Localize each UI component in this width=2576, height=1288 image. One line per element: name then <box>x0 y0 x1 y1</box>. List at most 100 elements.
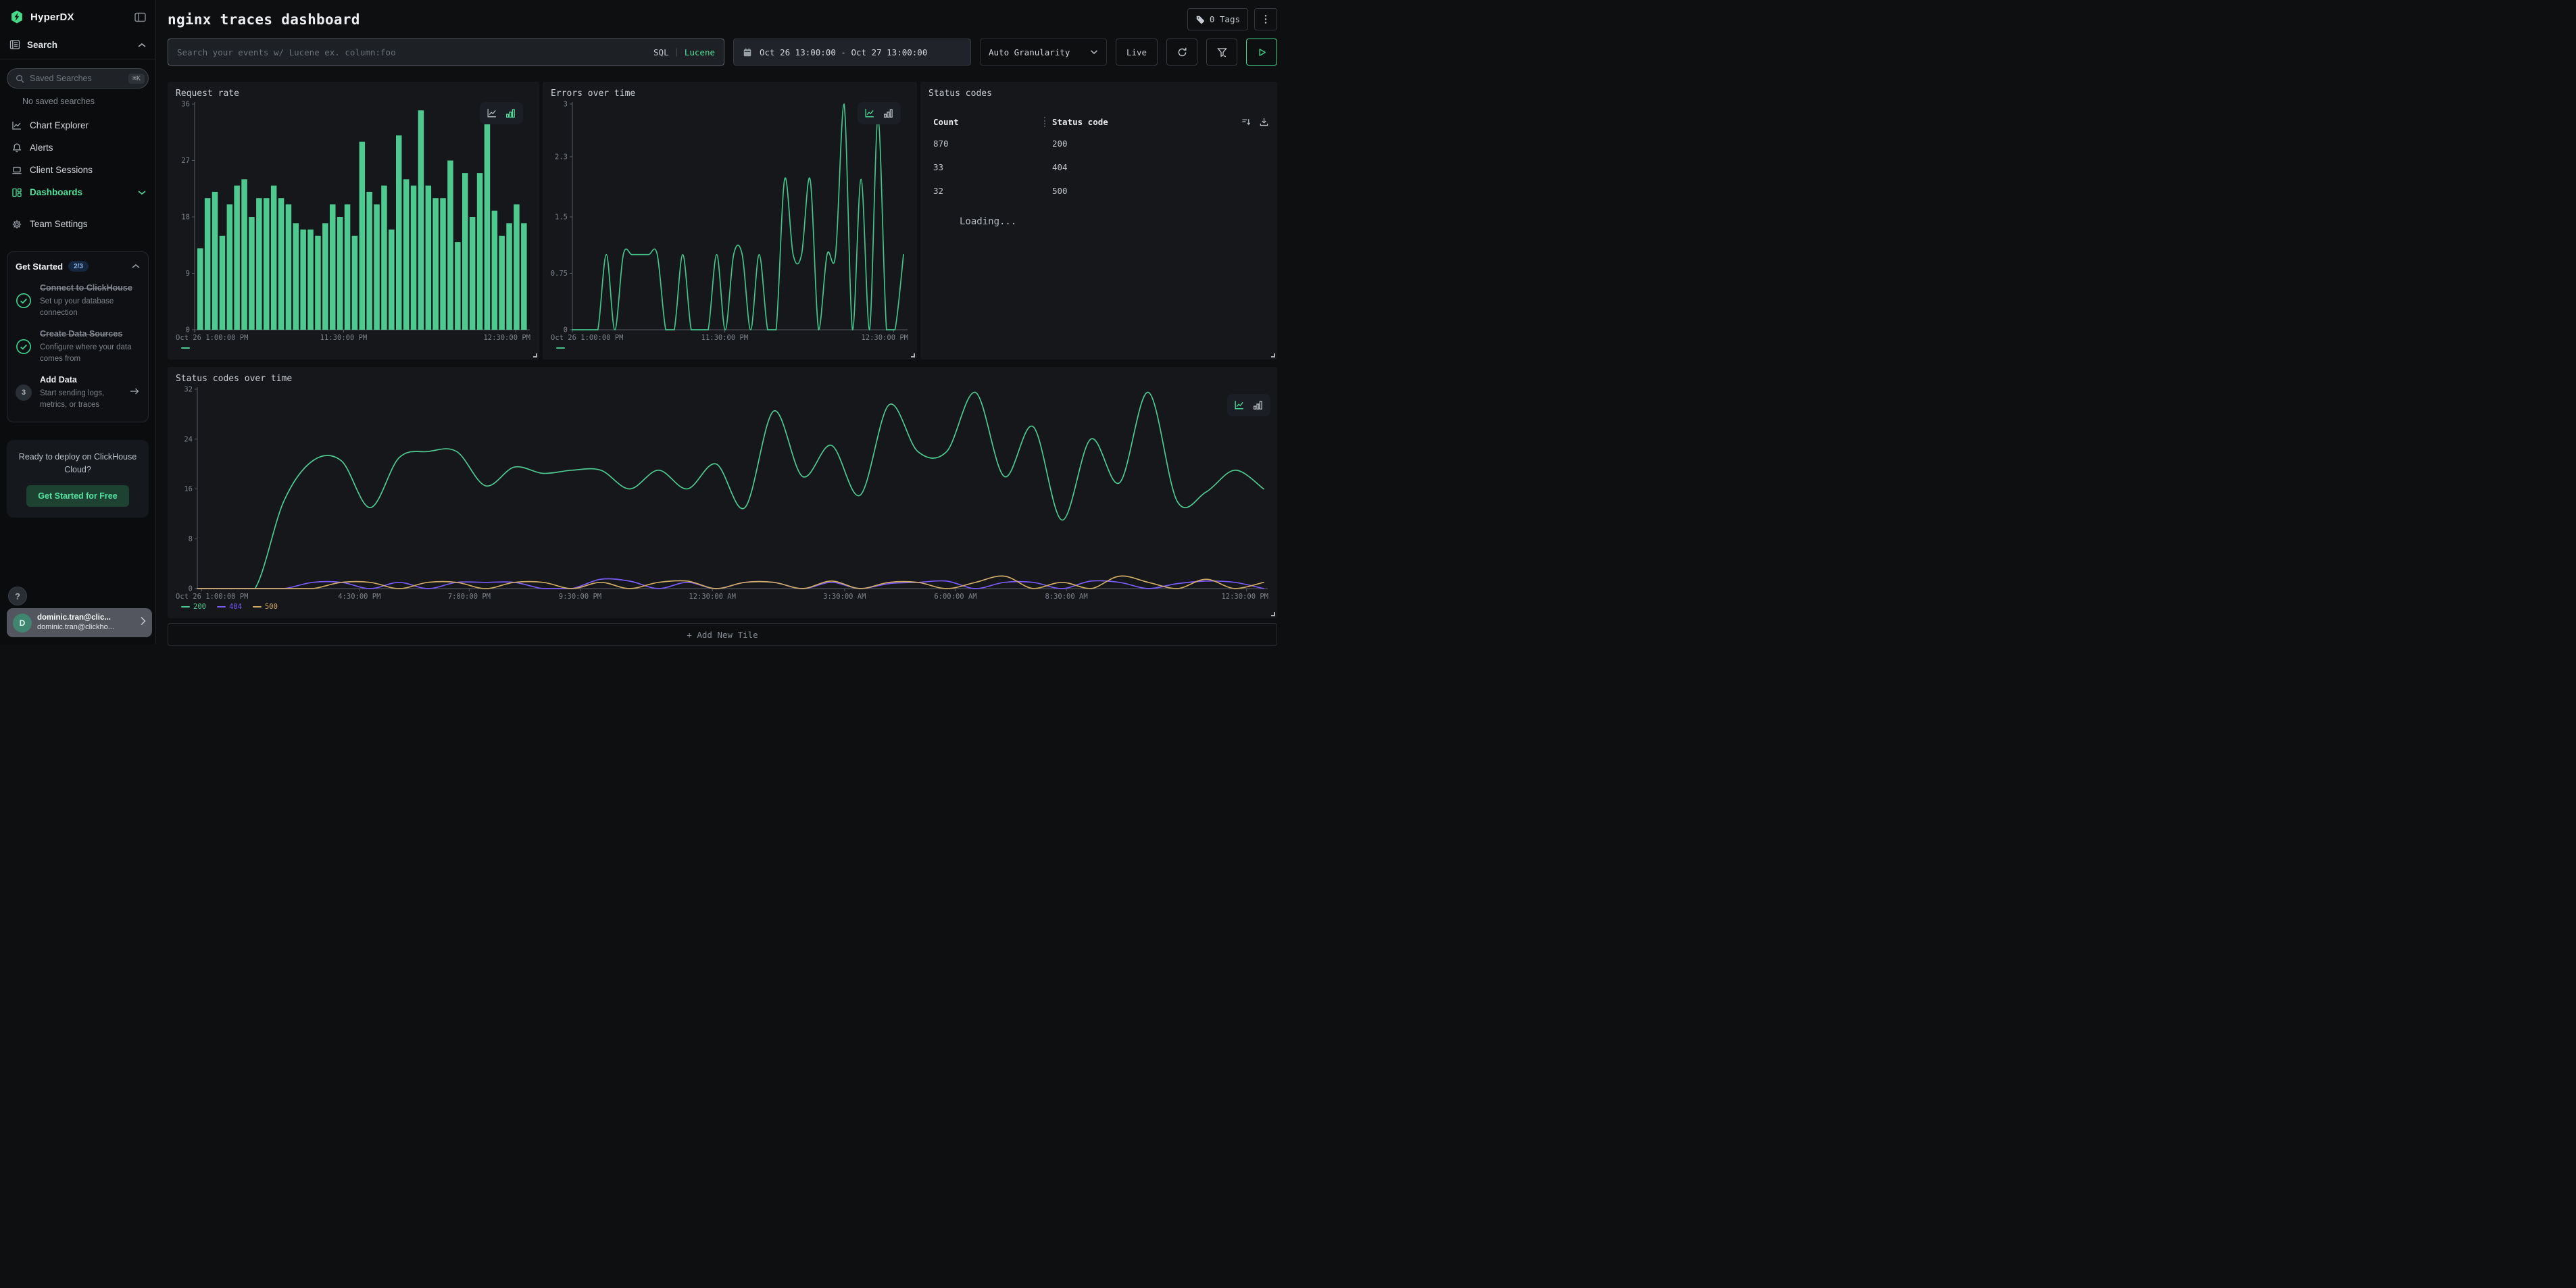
legend-item-200[interactable]: 200 <box>181 603 206 611</box>
user-email: dominic.tran@clickho... <box>37 623 114 633</box>
column-header-status-code[interactable]: Status code <box>1052 117 1108 127</box>
status-codes-over-time-chart[interactable]: 08162432Oct 26 1:00:00 PM4:30:00 PM7:00:… <box>176 384 1269 601</box>
column-header-count[interactable]: Count <box>933 117 1044 127</box>
step-number-badge: 3 <box>16 385 32 401</box>
nav-label: Client Sessions <box>30 165 93 175</box>
legend-item-500[interactable]: 500 <box>253 603 278 611</box>
granularity-select[interactable]: Auto Granularity <box>980 39 1107 66</box>
bar-chart-icon[interactable] <box>505 107 516 119</box>
legend-item-series[interactable] <box>181 347 190 349</box>
help-button[interactable]: ? <box>8 587 27 605</box>
request-rate-chart[interactable]: 09182736Oct 26 1:00:00 PM11:30:00 PM12:3… <box>176 99 531 342</box>
event-search-input[interactable]: Search your events w/ Lucene ex. column:… <box>168 39 724 66</box>
add-new-tile-button[interactable]: + Add New Tile <box>168 623 1277 646</box>
table-row[interactable]: 870200 <box>933 137 1269 151</box>
svg-text:2.3: 2.3 <box>555 153 568 161</box>
refresh-button[interactable] <box>1166 39 1197 66</box>
svg-text:0: 0 <box>189 585 193 593</box>
get-started-step-add-data[interactable]: 3 Add Data Start sending logs, metrics, … <box>16 374 140 410</box>
granularity-value: Auto Granularity <box>989 47 1070 57</box>
tags-button[interactable]: 0 Tags <box>1187 8 1248 30</box>
get-started-progress-badge: 2/3 <box>68 261 89 272</box>
get-started-step-connect[interactable]: Connect to ClickHouse Set up your databa… <box>16 282 140 318</box>
get-started-free-button[interactable]: Get Started for Free <box>26 485 128 507</box>
arrow-right-icon <box>129 387 140 399</box>
svg-text:3:30:00 AM: 3:30:00 AM <box>823 593 866 601</box>
tag-icon <box>1195 15 1205 24</box>
chart-legend <box>551 342 909 354</box>
chevron-right-icon <box>140 616 146 629</box>
line-chart-icon[interactable] <box>864 107 876 119</box>
user-profile-chip[interactable]: D dominic.tran@clic... dominic.tran@clic… <box>7 608 152 637</box>
panel-title: Request rate <box>176 89 531 99</box>
tags-label: 0 Tags <box>1210 14 1240 24</box>
svg-text:7:00:00 PM: 7:00:00 PM <box>448 593 491 601</box>
resize-handle[interactable] <box>911 353 915 357</box>
filter-button[interactable] <box>1206 39 1237 66</box>
svg-text:32: 32 <box>184 386 193 394</box>
svg-text:12:30:00 AM: 12:30:00 AM <box>689 593 736 601</box>
legend-item-404[interactable]: 404 <box>217 603 242 611</box>
panel-status-codes: Status codes Count Status code 8 <box>920 82 1277 360</box>
svg-text:Oct 26 1:00:00 PM: Oct 26 1:00:00 PM <box>176 334 248 342</box>
svg-text:11:30:00 PM: 11:30:00 PM <box>320 334 368 342</box>
cell-count: 32 <box>933 184 1052 198</box>
nav-label: Dashboards <box>30 187 82 197</box>
resize-handle[interactable] <box>533 353 537 357</box>
download-icon[interactable] <box>1259 117 1269 127</box>
sidebar-collapse-icon[interactable] <box>134 12 146 22</box>
chevron-down-icon <box>1090 49 1098 55</box>
laptop-icon <box>11 165 22 176</box>
chevron-down-icon[interactable] <box>138 187 146 197</box>
step-title: Add Data <box>40 374 121 386</box>
sidebar-item-alerts[interactable]: Alerts <box>0 137 155 159</box>
svg-text:Oct 26 1:00:00 PM: Oct 26 1:00:00 PM <box>551 334 623 342</box>
chart-type-toolbar <box>858 102 901 124</box>
svg-text:8: 8 <box>189 535 193 543</box>
chevron-up-icon[interactable] <box>132 260 140 272</box>
line-chart-icon[interactable] <box>1234 399 1245 411</box>
sort-icon[interactable] <box>1241 117 1252 127</box>
journal-icon <box>9 39 20 50</box>
chart-type-toolbar <box>1227 394 1270 416</box>
svg-text:4:30:00 PM: 4:30:00 PM <box>338 593 380 601</box>
main-content: nginx traces dashboard 0 Tags Search you… <box>157 0 1288 644</box>
get-started-step-sources[interactable]: Create Data Sources Configure where your… <box>16 328 140 364</box>
table-row[interactable]: 32500 <box>933 184 1269 198</box>
sql-toggle[interactable]: SQL <box>653 47 669 57</box>
chevron-up-icon[interactable] <box>138 40 146 50</box>
sidebar-item-chart-explorer[interactable]: Chart Explorer <box>0 114 155 137</box>
bar-chart-icon[interactable] <box>1252 399 1264 411</box>
svg-text:12:30:00 PM: 12:30:00 PM <box>483 334 530 342</box>
chart-legend: 200 404 500 <box>176 601 1269 613</box>
legend-item-series[interactable] <box>556 347 565 349</box>
saved-searches-input[interactable]: Saved Searches ⌘K <box>7 68 149 89</box>
run-query-button[interactable] <box>1246 39 1277 66</box>
sidebar-item-dashboards[interactable]: Dashboards <box>0 181 155 203</box>
table-row[interactable]: 33404 <box>933 161 1269 174</box>
sidebar-item-team-settings[interactable]: Team Settings <box>0 213 155 235</box>
svg-text:12:30:00 PM: 12:30:00 PM <box>1221 593 1268 601</box>
resize-handle[interactable] <box>1271 612 1275 616</box>
more-menu-button[interactable] <box>1254 8 1277 30</box>
column-divider[interactable] <box>1044 117 1045 127</box>
cell-status-code: 200 <box>1052 137 1068 151</box>
chart-legend <box>176 342 531 354</box>
sidebar-item-client-sessions[interactable]: Client Sessions <box>0 159 155 181</box>
get-started-header[interactable]: Get Started 2/3 <box>16 260 140 272</box>
page-title: nginx traces dashboard <box>168 11 360 28</box>
cell-status-code: 404 <box>1052 161 1068 174</box>
errors-over-time-chart[interactable]: 00.751.52.33Oct 26 1:00:00 PM11:30:00 PM… <box>551 99 909 342</box>
live-button[interactable]: Live <box>1116 39 1158 66</box>
bar-chart-icon[interactable] <box>883 107 894 119</box>
bell-icon <box>11 143 22 153</box>
check-circle-icon <box>16 339 32 355</box>
svg-text:36: 36 <box>181 101 190 109</box>
sidebar-item-search[interactable]: Search <box>0 32 155 59</box>
step-title: Connect to ClickHouse <box>40 282 140 294</box>
lucene-toggle[interactable]: Lucene <box>685 47 715 57</box>
resize-handle[interactable] <box>1271 353 1275 357</box>
svg-text:16: 16 <box>184 485 193 493</box>
line-chart-icon[interactable] <box>487 107 498 119</box>
date-range-input[interactable]: Oct 26 13:00:00 - Oct 27 13:00:00 <box>733 39 971 66</box>
